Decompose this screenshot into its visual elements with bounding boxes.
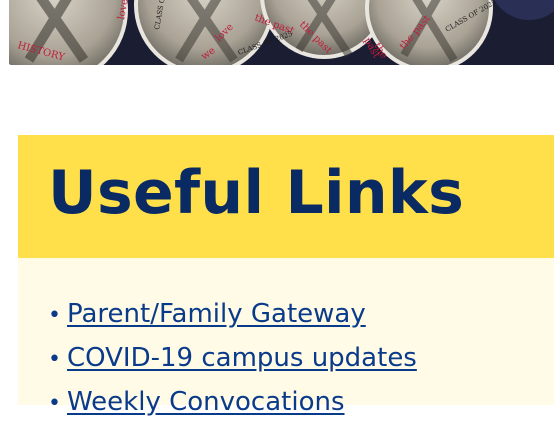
list-item: • COVID-19 campus updates xyxy=(48,337,554,381)
hero-photo: HISTORY love the past CLASS OF 2025 we l… xyxy=(9,0,554,65)
bullet: • xyxy=(48,347,61,372)
card-header: Useful Links xyxy=(18,135,554,258)
class-buttons-image: HISTORY love the past CLASS OF 2025 we l… xyxy=(9,0,554,65)
bullet: • xyxy=(48,303,61,328)
useful-links-card: Useful Links • Parent/Family Gateway • COV… xyxy=(18,135,554,417)
weekly-convocations-link[interactable]: Weekly Convocations xyxy=(67,387,345,417)
parent-family-gateway-link[interactable]: Parent/Family Gateway xyxy=(67,299,366,329)
bullet: • xyxy=(48,391,61,416)
card-title: Useful Links xyxy=(48,158,465,228)
card-body: • Parent/Family Gateway • COVID-19 campus … xyxy=(18,258,554,417)
list-item: • Parent/Family Gateway xyxy=(48,293,554,337)
covid-campus-updates-link[interactable]: COVID-19 campus updates xyxy=(67,343,417,373)
list-item: • Weekly Convocations xyxy=(48,381,554,425)
links-list: • Parent/Family Gateway • COVID-19 campus … xyxy=(48,293,554,425)
